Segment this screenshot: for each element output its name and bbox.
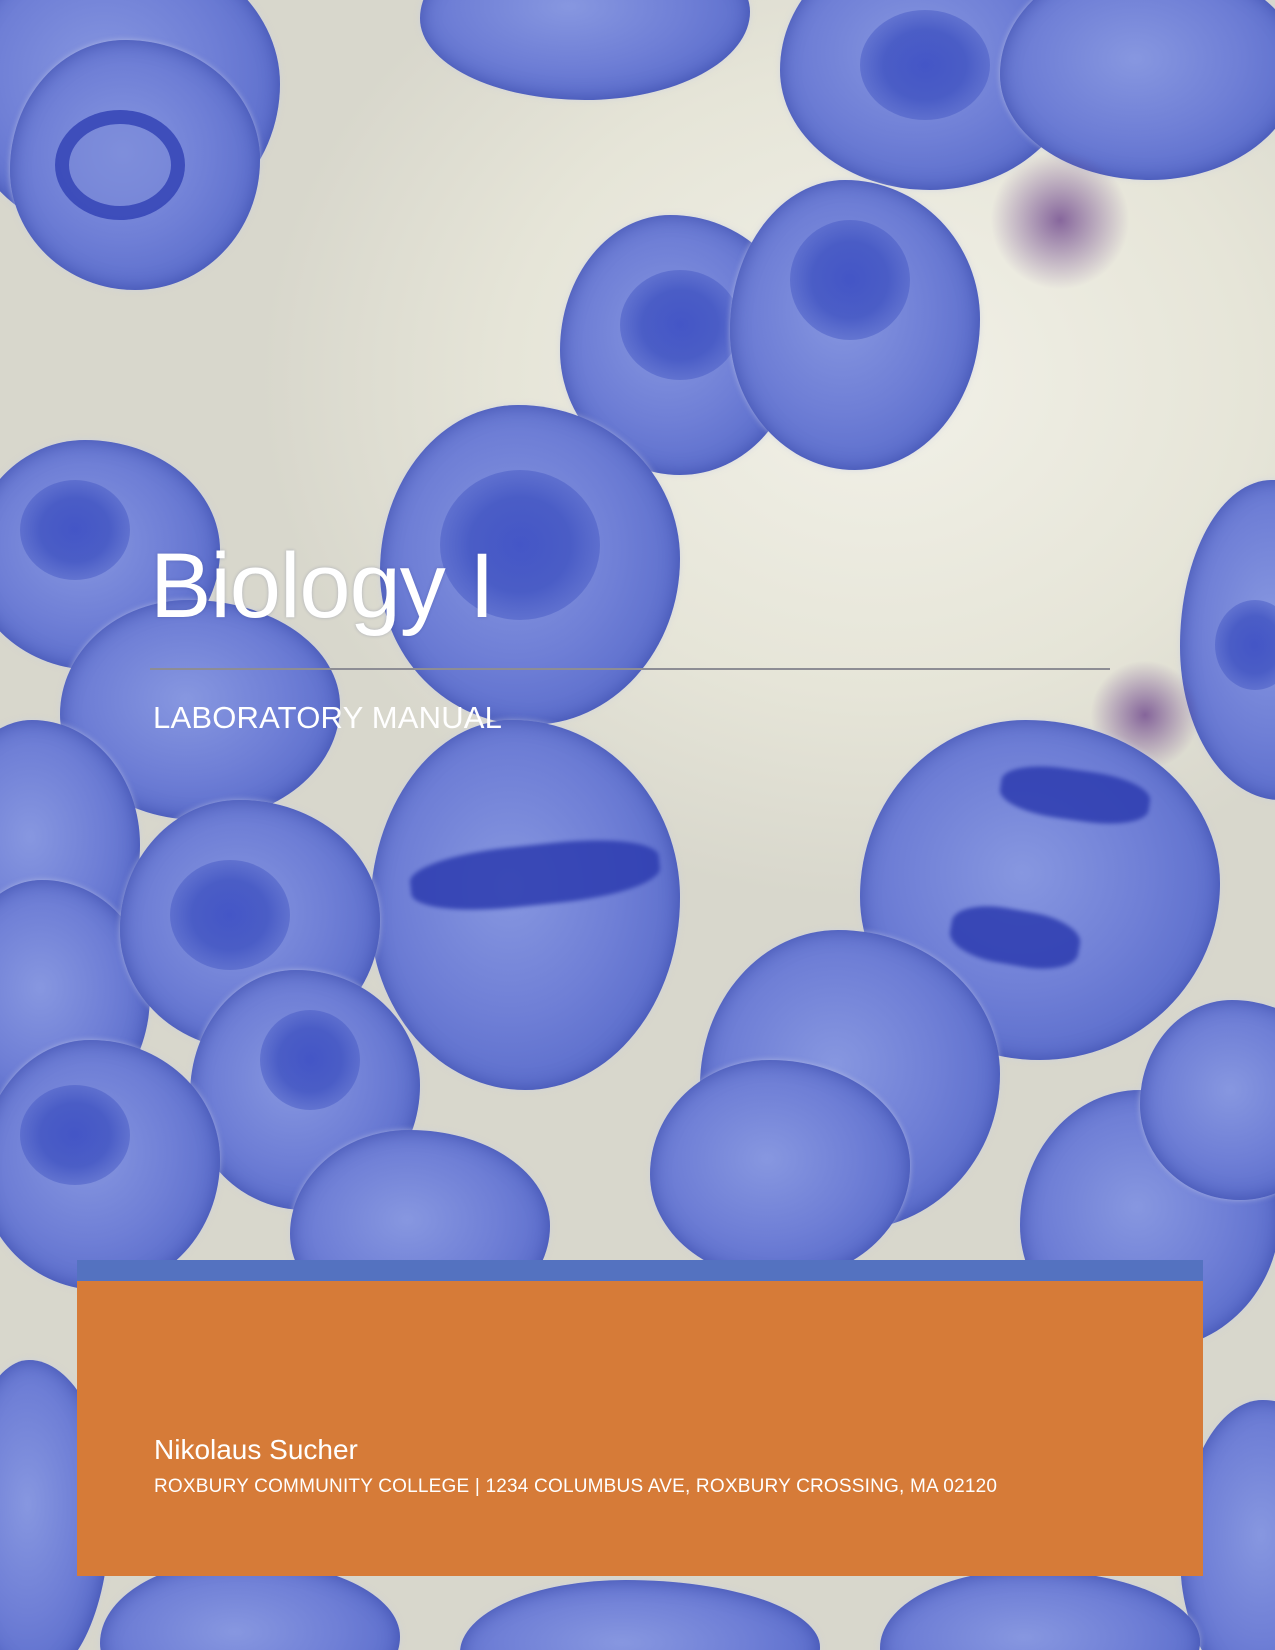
footer-accent-bar <box>77 1260 1203 1281</box>
author-info-box: Nikolaus Sucher ROXBURY COMMUNITY COLLEG… <box>77 1260 1203 1576</box>
author-name: Nikolaus Sucher <box>154 1434 358 1465</box>
institution-address: ROXBURY COMMUNITY COLLEGE | 1234 COLUMBU… <box>154 1476 998 1497</box>
title-divider <box>150 668 1110 670</box>
document-title: Biology I <box>150 535 495 637</box>
document-subtitle: LABORATORY MANUAL <box>153 700 503 735</box>
